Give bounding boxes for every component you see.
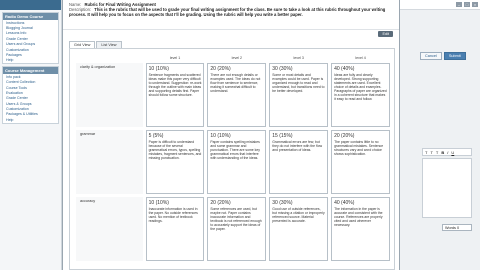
lms-top-bar — [0, 0, 61, 10]
points-percent: (40%) — [341, 66, 355, 72]
level-header: level 2 — [231, 55, 243, 60]
points-percent: (30%) — [279, 200, 293, 206]
cell-description: The information in the paper is accurate… — [334, 207, 383, 227]
rubric-header: Name: Rubric for Final Writing Assignmen… — [63, 0, 399, 30]
cell-description: Some references are used, but maybe not.… — [210, 207, 262, 231]
points-percent: (15%) — [279, 133, 293, 139]
points-percent: (10%) — [155, 200, 169, 206]
edit-button[interactable]: Edit — [378, 31, 393, 37]
lms-sidebar: Radio Demo Course Instructions Blogging … — [0, 0, 62, 270]
points-percent: (30%) — [279, 66, 293, 72]
points-value: 10 — [210, 133, 216, 139]
points-percent: (10%) — [217, 133, 231, 139]
points-value: 40 — [334, 66, 340, 72]
criterion-label: clarity & organization — [76, 63, 143, 127]
rubric-cell[interactable]: 40 (40%) The information in the paper is … — [331, 197, 390, 261]
cell-description: Paper is difficult to understand because… — [148, 140, 202, 160]
maximize-icon[interactable]: □ — [464, 2, 470, 7]
rubric-cell[interactable]: 30 (30%) Good use of outside references, … — [269, 197, 329, 261]
points-value: 30 — [272, 66, 278, 72]
action-buttons: Cancel Submit — [420, 52, 466, 60]
level-header: level 1 — [169, 55, 181, 60]
rubric-modal: Name: Rubric for Final Writing Assignmen… — [62, 0, 400, 270]
cell-description: The paper contains little to no grammati… — [334, 140, 384, 156]
minimize-icon[interactable]: – — [456, 2, 462, 7]
rubric-cell[interactable]: 10 (10%) Paper contains spelling mistakes… — [207, 130, 267, 194]
rubric-table: level 1 level 2 level 3 level 4 clarity … — [73, 52, 393, 264]
points-value: 20 — [334, 133, 340, 139]
cell-description: Sentence fragments and scattered ideas m… — [148, 73, 202, 97]
window-top-bar: – □ × — [400, 0, 480, 10]
toolbar-button[interactable]: T — [430, 150, 432, 155]
points-percent: (10%) — [155, 66, 169, 72]
sidebar-link[interactable]: Help — [3, 117, 58, 122]
cell-description: Some or most details and examples could … — [272, 73, 325, 93]
cell-description: Ideas are fully and clearly developed. S… — [334, 73, 387, 101]
course-management-block: Course Management Info pack Content Coll… — [2, 66, 59, 124]
criterion-label: accuracy — [76, 197, 143, 261]
sidebar-link[interactable]: Help — [3, 58, 58, 63]
table-row: accuracy 10 (10%) Inaccurate information … — [76, 197, 390, 261]
rubric-description: This is the rubric that will be used to … — [69, 7, 386, 17]
points-percent: (20%) — [217, 200, 231, 206]
toolbar-button[interactable]: T — [436, 150, 438, 155]
points-value: 10 — [148, 200, 155, 206]
rubric-cell[interactable]: 10 (10%) Inaccurate information is used i… — [145, 197, 205, 261]
rubric-cell[interactable]: 20 (20%) Some references are used, but ma… — [207, 197, 267, 261]
cell-description: Paper contains spelling mistakes and som… — [210, 140, 260, 160]
points-percent: (20%) — [341, 133, 355, 139]
rubric-cell[interactable]: 5 (5%) Paper is difficult to understand b… — [145, 130, 205, 194]
underline-button[interactable]: U — [451, 150, 454, 155]
cancel-button[interactable]: Cancel — [420, 52, 442, 60]
course-menu-block: Radio Demo Course Instructions Blogging … — [2, 12, 59, 65]
rubric-cell[interactable]: 20 (20%) There are not enough details or … — [207, 63, 267, 127]
editor-toolbar: T T T B I U — [422, 148, 472, 156]
points-value: 20 — [210, 200, 216, 206]
table-row: grammar 5 (5%) Paper is difficult to unde… — [76, 130, 390, 194]
rubric-cell[interactable]: 40 (40%) Ideas are fully and clearly deve… — [331, 63, 390, 127]
window-controls: – □ × — [456, 2, 478, 7]
course-menu-heading: Radio Demo Course — [3, 13, 58, 20]
cell-description: Inaccurate information is used in the pa… — [148, 207, 198, 223]
cell-description: There are not enough details or examples… — [210, 73, 261, 93]
submit-button[interactable]: Submit — [443, 52, 466, 60]
rubric-grid: level 1 level 2 level 3 level 4 clarity … — [69, 48, 395, 270]
points-value: 10 — [148, 66, 155, 72]
corner-header — [76, 55, 143, 60]
points-value: 15 — [272, 133, 278, 139]
rubric-cell[interactable]: 30 (30%) Some or most details and example… — [269, 63, 329, 127]
italic-button[interactable]: I — [447, 150, 448, 155]
points-percent: (5%) — [152, 133, 164, 139]
points-value: 40 — [334, 200, 340, 206]
toolbar-button[interactable]: T — [425, 150, 427, 155]
points-percent: (20%) — [217, 66, 231, 72]
background-page-right: – □ × Cancel Submit T T T B I U Words 0 — [400, 0, 480, 270]
cell-description: Grammatical errors are few, but they do … — [272, 140, 323, 152]
bold-button[interactable]: B — [441, 150, 444, 155]
close-icon[interactable]: × — [472, 2, 478, 7]
editor-textarea[interactable] — [422, 158, 472, 218]
cell-description: Good use of outside references, but miss… — [272, 207, 325, 223]
word-count-select[interactable]: Words 0 — [442, 224, 472, 231]
points-value: 30 — [272, 200, 278, 206]
rubric-cell[interactable]: 15 (15%) Grammatical errors are few, but … — [269, 130, 329, 194]
table-row: clarity & organization 10 (10%) Sentence … — [76, 63, 390, 127]
points-value: 20 — [210, 66, 216, 72]
level-header: level 3 — [293, 55, 304, 60]
course-management-heading: Course Management — [3, 67, 58, 75]
rubric-cell[interactable]: 10 (10%) Sentence fragments and scattered… — [145, 63, 205, 127]
level-header: level 4 — [355, 55, 366, 60]
points-percent: (40%) — [341, 200, 355, 206]
criterion-label: grammar — [76, 130, 143, 194]
rubric-cell[interactable]: 20 (20%) The paper contains little to no … — [331, 130, 390, 194]
points-value: 5 — [148, 133, 152, 139]
